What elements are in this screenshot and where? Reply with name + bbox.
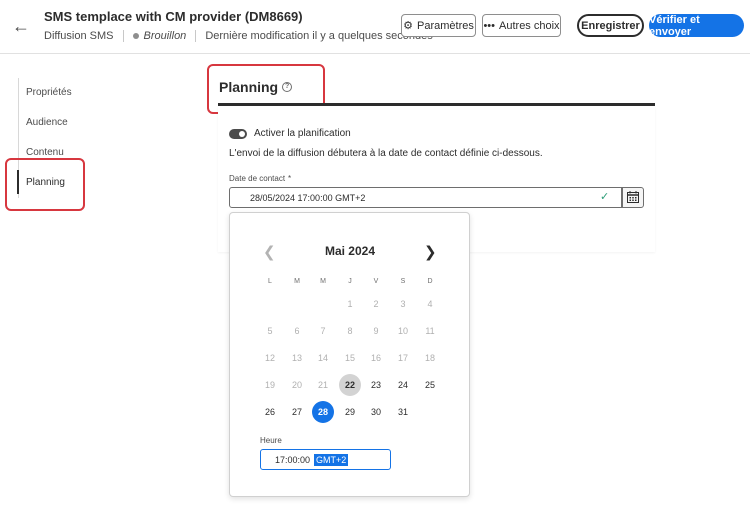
calendar-day[interactable]: 5 bbox=[259, 320, 281, 342]
divider bbox=[122, 30, 124, 42]
weekday-header: M bbox=[294, 278, 300, 285]
save-button[interactable]: Enregistrer bbox=[577, 14, 644, 37]
calendar-day-selected[interactable]: 28 bbox=[312, 401, 334, 423]
calendar-icon bbox=[627, 191, 639, 203]
timezone-value: GMT+2 bbox=[314, 453, 349, 466]
time-label: Heure bbox=[260, 436, 282, 445]
calendar-day[interactable]: 19 bbox=[259, 374, 281, 396]
calendar-day[interactable]: 6 bbox=[286, 320, 308, 342]
calendar-day[interactable]: 24 bbox=[392, 374, 414, 396]
channel-label: Diffusion SMS bbox=[44, 30, 114, 42]
params-button[interactable]: ⚙ Paramètres bbox=[401, 14, 476, 37]
toggle-label: Activer la planification bbox=[254, 128, 351, 139]
calendar-day[interactable]: 16 bbox=[365, 347, 387, 369]
chevron-right-icon[interactable]: ❯ bbox=[424, 243, 437, 261]
nav-item-content[interactable]: Contenu bbox=[26, 147, 64, 158]
weekday-header: D bbox=[427, 278, 433, 285]
required-mark: * bbox=[288, 174, 292, 183]
calendar-button[interactable] bbox=[622, 187, 644, 208]
nav-item-audience[interactable]: Audience bbox=[26, 117, 68, 128]
params-button-label: Paramètres bbox=[417, 19, 474, 32]
weekday-header: S bbox=[400, 278, 406, 285]
weekday-header: M bbox=[320, 278, 326, 285]
status-dot-icon bbox=[132, 33, 139, 39]
calendar-day[interactable]: 27 bbox=[286, 401, 308, 423]
calendar-day[interactable]: 13 bbox=[286, 347, 308, 369]
calendar-day[interactable]: 29 bbox=[339, 401, 361, 423]
calendar-day[interactable]: 23 bbox=[365, 374, 387, 396]
contact-date-label: Date de contact * bbox=[229, 174, 291, 183]
calendar-day[interactable]: 31 bbox=[392, 401, 414, 423]
calendar-day[interactable]: 4 bbox=[419, 293, 441, 315]
last-modified-text: Dernière modification il y a quelques se… bbox=[205, 30, 433, 42]
calendar-day[interactable]: 2 bbox=[365, 293, 387, 315]
highlight-box-nav bbox=[5, 158, 85, 211]
contact-date-label-text: Date de contact bbox=[229, 174, 286, 183]
calendar-day[interactable]: 25 bbox=[419, 374, 441, 396]
more-dots-icon: ••• bbox=[483, 19, 496, 32]
calendar-day[interactable]: 8 bbox=[339, 320, 361, 342]
header-subline: Diffusion SMS Brouillon Dernière modific… bbox=[44, 30, 433, 42]
verify-send-button[interactable]: Vérifier et envoyer bbox=[649, 14, 744, 38]
calendar-day[interactable]: 26 bbox=[259, 401, 281, 423]
checkmark-icon: ✓ bbox=[600, 191, 610, 203]
divider bbox=[195, 30, 197, 42]
calendar-day[interactable]: 12 bbox=[259, 347, 281, 369]
gear-icon: ⚙ bbox=[403, 20, 413, 32]
calendar-day[interactable]: 17 bbox=[392, 347, 414, 369]
page-title: SMS templace with CM provider (DM8669) bbox=[44, 9, 303, 24]
calendar-day[interactable]: 7 bbox=[312, 320, 334, 342]
calendar-day[interactable]: 15 bbox=[339, 347, 361, 369]
calendar-day[interactable]: 3 bbox=[392, 293, 414, 315]
scheduling-toggle[interactable] bbox=[229, 129, 247, 139]
calendar-day-today[interactable]: 22 bbox=[339, 374, 361, 396]
nav-item-properties[interactable]: Propriétés bbox=[26, 87, 72, 98]
calendar-day[interactable]: 30 bbox=[365, 401, 387, 423]
info-text: L'envoi de la diffusion débutera à la da… bbox=[229, 148, 543, 159]
more-options-label: Autres choix bbox=[499, 19, 560, 32]
more-options-button[interactable]: ••• Autres choix bbox=[482, 14, 561, 37]
back-arrow-icon[interactable]: ← bbox=[12, 16, 32, 36]
calendar-day[interactable]: 20 bbox=[286, 374, 308, 396]
chevron-left-icon[interactable]: ❮ bbox=[263, 243, 276, 261]
app-header: ← SMS templace with CM provider (DM8669)… bbox=[0, 0, 750, 54]
calendar-month-label: Mai 2024 bbox=[324, 244, 376, 258]
weekday-header: L bbox=[268, 278, 272, 285]
weekday-header: J bbox=[348, 278, 352, 285]
calendar-day[interactable]: 11 bbox=[419, 320, 441, 342]
weekday-header: V bbox=[373, 278, 379, 285]
contact-date-input[interactable]: 28/05/2024 17:00:00 GMT+2 bbox=[229, 187, 622, 208]
status-badge: Brouillon bbox=[143, 30, 187, 42]
time-value: 17:00:00 bbox=[275, 454, 311, 465]
calendar-day[interactable]: 14 bbox=[312, 347, 334, 369]
calendar-day[interactable]: 10 bbox=[392, 320, 414, 342]
calendar-day[interactable]: 9 bbox=[365, 320, 387, 342]
calendar-day[interactable]: 1 bbox=[339, 293, 361, 315]
time-input[interactable]: 17:00:00 GMT+2 bbox=[260, 449, 391, 470]
calendar-day[interactable]: 18 bbox=[419, 347, 441, 369]
calendar-day[interactable]: 21 bbox=[312, 374, 334, 396]
